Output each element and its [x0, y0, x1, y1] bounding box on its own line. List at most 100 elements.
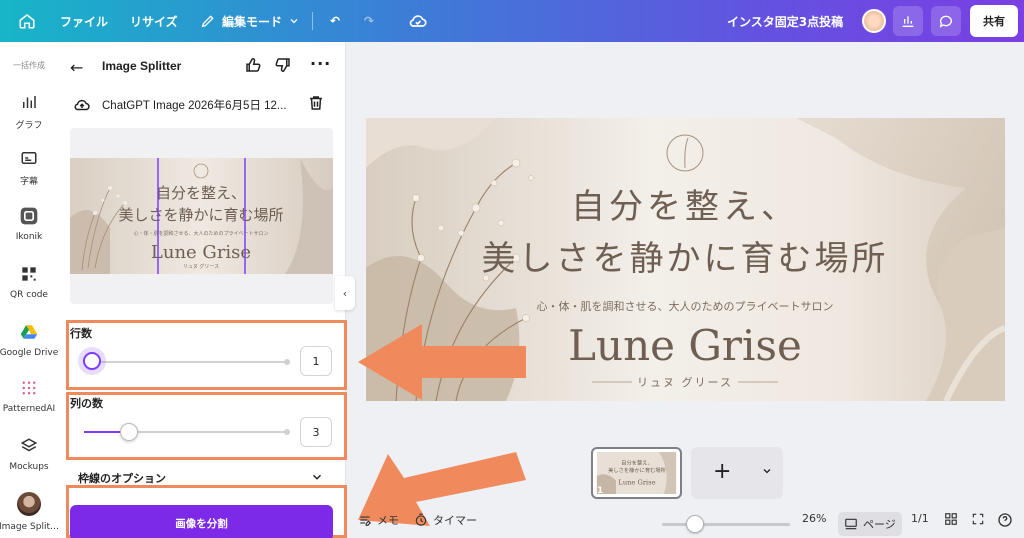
preview-image: 自分を整え、 美しさを静かに育む場所 心・体・肌を調和させる、大人のためのプライ…	[70, 158, 333, 274]
pages-label: ページ	[863, 518, 896, 531]
edit-mode-label: 編集モード	[222, 14, 283, 29]
rows-input[interactable]: 1	[300, 346, 332, 376]
qr-code-icon	[19, 264, 39, 284]
columns-label: 列の数	[70, 397, 103, 410]
redo-icon[interactable]: ↷	[364, 0, 374, 42]
cloud-sync-icon[interactable]	[408, 0, 428, 42]
rail-item-label: グラフ	[15, 121, 43, 131]
timer-button[interactable]: タイマー	[414, 512, 477, 528]
rail-item-label: 字幕	[19, 177, 38, 187]
rail-item-qr[interactable]: QR code	[0, 264, 58, 300]
thumbs-up-icon[interactable]	[244, 56, 262, 78]
split-image-button[interactable]: 画像を分割	[70, 505, 333, 538]
headline-line2: 美しさを静かに育む場所	[482, 239, 889, 279]
image-preview: 自分を整え、 美しさを静かに育む場所 心・体・肌を調和させる、大人のためのプライ…	[70, 128, 333, 304]
rail-item-image-splitter[interactable]: Image Split…	[0, 492, 60, 532]
rail-item-google-drive[interactable]: Google Drive	[0, 322, 58, 358]
edit-mode-dropdown[interactable]: 編集モード	[200, 0, 300, 42]
columns-input[interactable]: 3	[300, 417, 332, 447]
document-title[interactable]: インスタ固定3点投稿	[727, 0, 847, 42]
pages-button[interactable]: ページ	[838, 512, 902, 536]
preview-brand: Lune Grise	[151, 242, 251, 263]
columns-slider[interactable]	[84, 429, 290, 435]
rail-item-label: QR code	[10, 290, 48, 300]
insights-icon[interactable]	[893, 6, 923, 36]
top-toolbar: ファイル リサイズ 編集モード ↶ ↷ インスタ固定3点投稿 共有	[0, 0, 1024, 42]
preview-tagline: 心・体・肌を調和させる、大人のためのプライベートサロン	[133, 230, 268, 237]
zoom-level[interactable]: 26%	[802, 512, 826, 525]
panel-title: Image Splitter	[102, 59, 182, 73]
back-arrow-icon[interactable]: ←	[70, 58, 83, 77]
rail-item-patternedai[interactable]: PatternedAI	[0, 378, 58, 414]
rail-item-label: Google Drive	[0, 348, 59, 358]
zoom-slider[interactable]	[662, 523, 790, 526]
left-rail: 一括作成 グラフ 字幕 Ikonik QR code Google Drive	[0, 42, 60, 538]
rail-bulk-create[interactable]: 一括作成	[0, 60, 58, 71]
headline-line1: 自分を整え、	[571, 187, 799, 227]
rail-item-captions[interactable]: 字幕	[0, 148, 58, 187]
page-thumbnail[interactable]: 自分を整え、 美しさを静かに育む場所 Lune Grise 1	[591, 447, 682, 499]
pages-icon	[845, 518, 857, 530]
file-name: ChatGPT Image 2026年6月5日 12...	[102, 100, 287, 112]
home-icon[interactable]	[16, 0, 38, 42]
preview-line2: 美しさを静かに育む場所	[118, 206, 283, 224]
grid-view-icon[interactable]	[944, 512, 958, 526]
rail-item-mockups[interactable]: Mockups	[0, 436, 58, 472]
add-page-button[interactable]: +	[691, 447, 783, 499]
pencil-icon	[201, 15, 214, 28]
preview-line1: 自分を整え、	[156, 184, 246, 202]
rail-item-chart[interactable]: グラフ	[0, 92, 58, 131]
trash-icon[interactable]	[307, 94, 325, 116]
undo-icon[interactable]: ↶	[330, 0, 340, 42]
rail-item-ikonik[interactable]: Ikonik	[0, 206, 58, 242]
page-thumbnail-image: 自分を整え、 美しさを静かに育む場所 Lune Grise	[596, 452, 677, 494]
annotation-arrow-icon	[358, 324, 526, 400]
notes-label: メモ	[377, 514, 399, 527]
slider-end	[284, 429, 290, 435]
tagline: 心・体・肌を調和させる、大人のためのプライベートサロン	[537, 299, 834, 313]
timer-label: タイマー	[433, 514, 477, 527]
bar-chart-icon	[19, 92, 39, 112]
rows-label: 行数	[70, 327, 92, 340]
notes-button[interactable]: メモ	[358, 512, 399, 528]
preview-brand-kana: リュヌ グリース	[183, 263, 219, 270]
toolbar-divider	[312, 12, 313, 30]
cloud-upload-icon[interactable]	[72, 96, 92, 118]
collapse-panel-button[interactable]: ‹	[335, 276, 355, 310]
captions-icon	[19, 148, 39, 168]
rail-item-label: PatternedAI	[2, 404, 56, 414]
more-options-icon[interactable]: ···	[310, 54, 331, 73]
thumb-line2: 美しさを静かに育む場所	[608, 466, 666, 474]
rail-item-label: Image Split…	[0, 522, 60, 532]
avatar[interactable]	[862, 9, 886, 33]
border-options-label[interactable]: 枠線のオプション	[78, 470, 166, 486]
rail-item-label: Mockups	[9, 462, 49, 472]
columns-slider-thumb[interactable]	[119, 423, 138, 441]
file-menu[interactable]: ファイル	[60, 0, 108, 42]
comment-icon[interactable]	[931, 6, 961, 36]
thumb-brand: Lune Grise	[618, 478, 655, 486]
notes-icon	[360, 516, 372, 526]
brand-name: Lune Grise	[568, 321, 802, 370]
thumb-line1: 自分を整え、	[621, 458, 653, 466]
rail-item-label: Ikonik	[15, 232, 43, 242]
rows-slider-thumb[interactable]	[83, 352, 101, 370]
patterned-ai-icon	[19, 378, 39, 398]
help-icon[interactable]	[997, 512, 1013, 528]
image-splitter-panel: ← Image Splitter ··· ChatGPT Image 2026年…	[58, 42, 346, 538]
fullscreen-icon[interactable]	[971, 512, 985, 526]
zoom-slider-thumb[interactable]	[686, 515, 705, 533]
resize-menu[interactable]: リサイズ	[130, 0, 178, 42]
brand-kana: リュヌ グリース	[637, 375, 733, 389]
page-count: 1/1	[911, 512, 929, 525]
rows-slider[interactable]	[92, 359, 290, 365]
thumbs-down-icon[interactable]	[274, 56, 292, 78]
image-splitter-icon	[17, 492, 41, 516]
timer-icon	[415, 513, 427, 526]
mockups-icon	[19, 436, 39, 456]
chevron-down-icon[interactable]	[761, 465, 773, 477]
chevron-down-icon	[290, 19, 298, 24]
slider-end	[284, 359, 290, 365]
google-drive-icon	[19, 322, 39, 342]
share-button[interactable]: 共有	[970, 5, 1018, 37]
